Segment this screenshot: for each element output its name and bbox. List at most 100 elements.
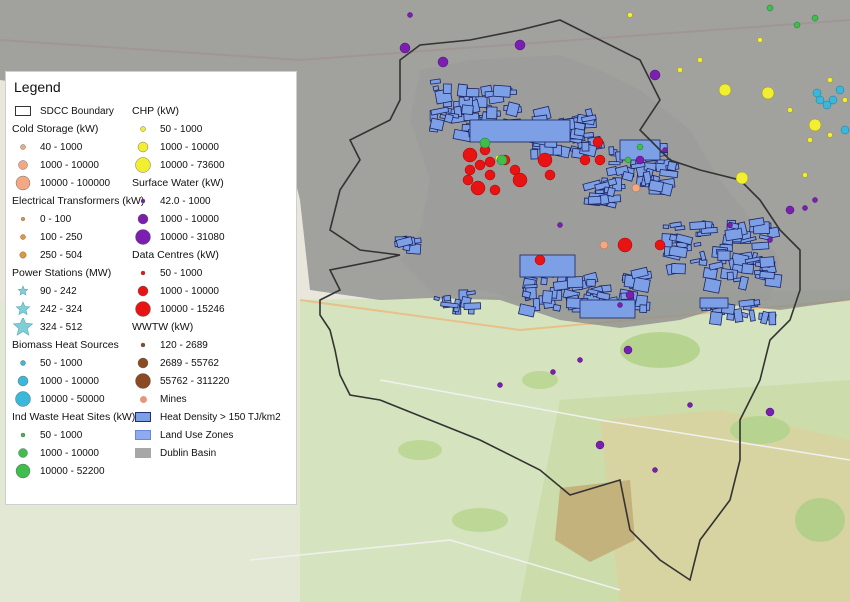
waste-heat-marker[interactable]: [479, 137, 491, 149]
surface-water-marker[interactable]: [557, 222, 563, 228]
circle-symbol: [15, 175, 31, 191]
waste-heat-marker[interactable]: [636, 143, 644, 151]
circle-icon: [132, 354, 154, 372]
surface-water-marker[interactable]: [550, 369, 556, 375]
data-centre-marker[interactable]: [592, 136, 604, 148]
heat-density-polygon: [733, 277, 742, 283]
chp-marker[interactable]: [827, 77, 833, 83]
data-centre-marker[interactable]: [462, 147, 478, 163]
surface-water-marker[interactable]: [623, 345, 633, 355]
surface-water-marker[interactable]: [635, 155, 645, 165]
heat-density-polygon: [492, 84, 512, 98]
surface-water-marker[interactable]: [767, 237, 773, 243]
heat-density-polygon: [639, 304, 648, 313]
chp-marker[interactable]: [802, 172, 808, 178]
legend-item: 1000 - 10000: [12, 156, 144, 174]
surface-water-marker[interactable]: [649, 69, 661, 81]
heat-density-polygon: [530, 149, 539, 160]
surface-water-marker[interactable]: [687, 402, 693, 408]
data-centre-marker[interactable]: [464, 164, 476, 176]
biomass-marker[interactable]: [828, 95, 838, 105]
waste-heat-marker[interactable]: [766, 4, 774, 12]
cold-storage-marker[interactable]: [599, 240, 609, 250]
surface-water-marker[interactable]: [497, 382, 503, 388]
chp-marker[interactable]: [697, 57, 703, 63]
chp-marker[interactable]: [718, 83, 732, 97]
surface-water-marker[interactable]: [407, 12, 413, 18]
data-centre-marker[interactable]: [594, 154, 606, 166]
circle-symbol: [20, 360, 26, 366]
circle-symbol: [135, 301, 151, 317]
biomass-marker[interactable]: [835, 85, 845, 95]
heat-density-polygon: [768, 311, 777, 326]
chp-marker[interactable]: [827, 132, 833, 138]
chp-marker[interactable]: [627, 12, 633, 18]
waste-heat-marker[interactable]: [793, 21, 801, 29]
waste-heat-marker[interactable]: [496, 154, 508, 166]
circle-icon: [132, 336, 154, 354]
circle-icon: [132, 228, 154, 246]
surface-water-marker[interactable]: [727, 222, 733, 228]
circle-icon: [12, 462, 34, 480]
surface-water-marker[interactable]: [812, 197, 818, 203]
chp-marker[interactable]: [761, 86, 775, 100]
chp-marker[interactable]: [808, 118, 822, 132]
heat-density-polygon: [733, 308, 744, 323]
heat-density-polygon: [674, 225, 686, 231]
heat-density-polygon: [541, 290, 553, 304]
data-centre-marker[interactable]: [462, 174, 474, 186]
data-centre-marker[interactable]: [474, 159, 486, 171]
data-centre-marker[interactable]: [484, 169, 496, 181]
data-centre-marker[interactable]: [484, 156, 496, 168]
surface-water-marker[interactable]: [514, 39, 526, 51]
chp-marker[interactable]: [677, 67, 683, 73]
circle-icon: [12, 210, 34, 228]
surface-water-marker[interactable]: [765, 407, 775, 417]
legend-item: 1000 - 10000: [12, 372, 144, 390]
cold-storage-marker[interactable]: [631, 183, 641, 193]
data-centre-marker[interactable]: [544, 169, 556, 181]
chp-marker[interactable]: [807, 137, 813, 143]
data-centre-marker[interactable]: [470, 180, 486, 196]
surface-water-marker[interactable]: [802, 205, 808, 211]
circle-symbol: [15, 391, 31, 407]
chp-marker[interactable]: [757, 37, 763, 43]
waste-heat-marker[interactable]: [624, 156, 632, 164]
legend-item-label: Land Use Zones: [160, 429, 234, 441]
chp-marker[interactable]: [735, 171, 749, 185]
data-centre-marker[interactable]: [654, 239, 666, 251]
surface-water-marker[interactable]: [652, 467, 658, 473]
data-centre-marker[interactable]: [489, 184, 501, 196]
heat-density-polygon: [608, 161, 621, 166]
data-centre-marker[interactable]: [512, 172, 528, 188]
data-centre-marker[interactable]: [537, 152, 553, 168]
heat-density-polygon: [433, 295, 441, 302]
chp-marker[interactable]: [787, 107, 793, 113]
legend-item: 100 - 250: [12, 228, 144, 246]
biomass-marker[interactable]: [812, 88, 822, 98]
waste-heat-marker[interactable]: [811, 14, 819, 22]
circle-icon: [12, 444, 34, 462]
biomass-marker[interactable]: [840, 125, 850, 135]
surface-water-marker[interactable]: [577, 357, 583, 363]
legend-group-heading: Power Stations (MW): [12, 267, 112, 279]
circle-icon: [132, 390, 154, 408]
legend-item-label: SDCC Boundary: [40, 105, 114, 117]
surface-water-marker[interactable]: [625, 290, 635, 300]
surface-water-marker[interactable]: [617, 302, 623, 308]
legend-item-label: 42.0 - 1000: [160, 195, 211, 207]
circle-icon: [12, 246, 34, 264]
heat-density-polygon: [429, 78, 441, 85]
data-centre-marker[interactable]: [534, 254, 546, 266]
surface-water-marker[interactable]: [399, 42, 411, 54]
chp-marker[interactable]: [842, 97, 848, 103]
legend-item: 10000 - 31080: [132, 228, 281, 246]
surface-water-marker[interactable]: [785, 205, 795, 215]
surface-water-marker[interactable]: [595, 440, 605, 450]
surface-water-marker[interactable]: [662, 147, 668, 153]
surface-water-marker[interactable]: [437, 56, 449, 68]
data-centre-marker[interactable]: [617, 237, 633, 253]
legend-item: 1000 - 10000: [132, 210, 281, 228]
data-centre-marker[interactable]: [579, 154, 591, 166]
heat-density-polygon: [606, 186, 616, 198]
